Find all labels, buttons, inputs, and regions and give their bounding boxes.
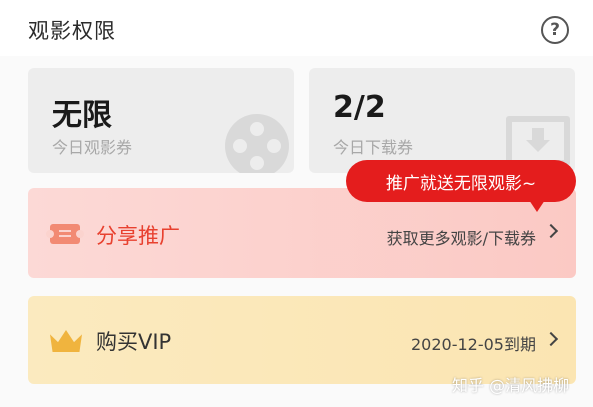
views-label: 今日观影券 bbox=[52, 138, 133, 157]
views-value: 无限 bbox=[52, 98, 112, 133]
crown-icon bbox=[50, 330, 82, 352]
buy-vip-label: 购买VIP bbox=[96, 330, 172, 354]
page-header: 观影权限 ? bbox=[0, 0, 593, 56]
page-title: 观影权限 bbox=[28, 19, 116, 43]
ticket-icon bbox=[46, 224, 84, 244]
share-promo-label: 分享推广 bbox=[96, 224, 180, 248]
chevron-right-icon bbox=[543, 331, 559, 347]
question-circle-icon[interactable]: ? bbox=[541, 16, 569, 44]
chevron-right-icon bbox=[543, 223, 559, 239]
film-reel-icon bbox=[225, 114, 289, 173]
watermark: 知乎 @清风拂柳 bbox=[452, 376, 570, 395]
downloads-value: 2/2 bbox=[333, 90, 386, 125]
downloads-label: 今日下载券 bbox=[333, 138, 414, 157]
stat-card-downloads: 2/2 今日下载券 bbox=[309, 68, 575, 173]
promo-tooltip: 推广就送无限观影~ bbox=[346, 160, 576, 212]
vip-expiry: 2020-12-05到期 bbox=[411, 335, 536, 354]
download-icon bbox=[506, 116, 570, 166]
buy-vip-button[interactable]: 购买VIP 2020-12-05到期 bbox=[28, 296, 576, 384]
share-promo-sublabel: 获取更多观影/下载券 bbox=[386, 229, 536, 248]
stat-card-views: 无限 今日观影券 bbox=[28, 68, 294, 173]
